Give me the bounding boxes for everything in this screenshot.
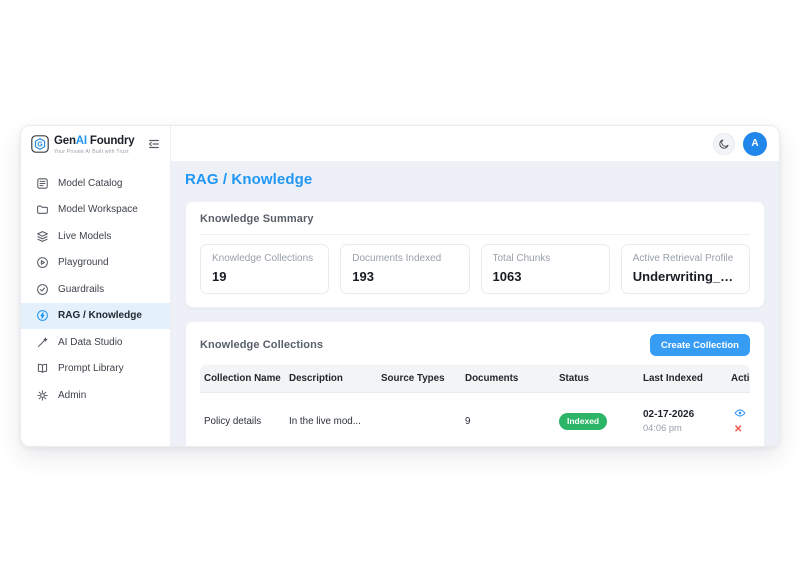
column-header-collection-name: Collection Name bbox=[200, 365, 285, 392]
card-value: Underwriting_RAG_... bbox=[633, 269, 738, 284]
main-area: A RAG / Knowledge Knowledge Summary Know… bbox=[171, 126, 779, 446]
app-window: G GenAI Foundry Your Private AI Built wi… bbox=[20, 125, 780, 447]
user-avatar[interactable]: A bbox=[743, 132, 767, 156]
sidebar-item-label: RAG / Knowledge bbox=[58, 310, 142, 321]
play-circle-icon bbox=[36, 256, 49, 269]
knowledge-collections-panel: Knowledge Collections Create Collection … bbox=[185, 321, 765, 446]
sidebar-item-model-catalog[interactable]: Model Catalog bbox=[21, 170, 170, 197]
sidebar-item-label: Model Workspace bbox=[58, 204, 138, 215]
summary-card-knowledge-collections: Knowledge Collections 19 bbox=[200, 244, 329, 294]
sidebar-item-live-models[interactable]: Live Models bbox=[21, 223, 170, 250]
collections-header: Knowledge Collections Create Collection bbox=[200, 334, 750, 356]
theme-toggle-button[interactable] bbox=[713, 133, 735, 155]
sidebar-item-model-workspace[interactable]: Model Workspace bbox=[21, 197, 170, 224]
last-indexed-date: 02-17-2026 bbox=[643, 409, 727, 420]
wand-icon bbox=[36, 336, 49, 349]
create-collection-button[interactable]: Create Collection bbox=[650, 334, 750, 356]
cell-collection-name: Policy details bbox=[200, 416, 285, 427]
column-header-documents: Documents bbox=[461, 365, 555, 392]
summary-card-active-retrieval-profile: Active Retrieval Profile Underwriting_RA… bbox=[621, 244, 750, 294]
card-label: Active Retrieval Profile bbox=[633, 253, 738, 264]
shield-check-icon bbox=[36, 283, 49, 296]
page-title: RAG / Knowledge bbox=[185, 171, 765, 188]
brand-logo-icon: G bbox=[31, 135, 49, 153]
sidebar-item-label: Guardrails bbox=[58, 284, 104, 295]
cell-description: In the live mod... bbox=[285, 416, 377, 427]
card-value: 1063 bbox=[493, 269, 598, 284]
column-header-source-types: Source Types bbox=[377, 365, 461, 392]
moon-icon bbox=[718, 138, 730, 150]
sidebar-item-guardrails[interactable]: Guardrails bbox=[21, 276, 170, 303]
table-row: Policy details In the live mod... 9 Inde… bbox=[200, 393, 750, 446]
cell-documents: 9 bbox=[461, 416, 555, 427]
sidebar-item-label: Live Models bbox=[58, 231, 111, 242]
sidebar-item-label: Prompt Library bbox=[58, 363, 124, 374]
summary-panel-title: Knowledge Summary bbox=[200, 213, 750, 225]
sidebar-item-playground[interactable]: Playground bbox=[21, 250, 170, 277]
brand-name: GenAI Foundry bbox=[54, 135, 134, 147]
avatar-letter: A bbox=[751, 138, 758, 149]
card-value: 19 bbox=[212, 269, 317, 284]
x-icon: ✕ bbox=[734, 424, 742, 435]
top-bar: A bbox=[171, 126, 779, 161]
sidebar-nav: Model Catalog Model Workspace Live Model… bbox=[21, 170, 170, 409]
content-area: RAG / Knowledge Knowledge Summary Knowle… bbox=[171, 161, 779, 446]
last-indexed-time: 04:06 pm bbox=[643, 423, 727, 433]
collapse-sidebar-icon[interactable] bbox=[147, 137, 161, 151]
sidebar-item-ai-data-studio[interactable]: AI Data Studio bbox=[21, 329, 170, 356]
summary-card-total-chunks: Total Chunks 1063 bbox=[481, 244, 610, 294]
sidebar-item-label: AI Data Studio bbox=[58, 337, 122, 348]
catalog-icon bbox=[36, 177, 49, 190]
eye-icon bbox=[734, 407, 746, 419]
collections-table: Collection Name Description Source Types… bbox=[200, 365, 750, 446]
knowledge-summary-panel: Knowledge Summary Knowledge Collections … bbox=[185, 201, 765, 308]
brand-tagline: Your Private AI Built with Trust bbox=[54, 150, 134, 155]
column-header-last-indexed: Last Indexed bbox=[639, 365, 727, 392]
delete-row-button[interactable]: ✕ bbox=[734, 425, 742, 435]
view-row-button[interactable] bbox=[734, 407, 746, 419]
book-icon bbox=[36, 362, 49, 375]
gear-icon bbox=[36, 389, 49, 402]
sidebar: G GenAI Foundry Your Private AI Built wi… bbox=[21, 126, 171, 446]
cell-last-indexed: 02-17-2026 04:06 pm bbox=[639, 409, 727, 433]
card-label: Total Chunks bbox=[493, 253, 598, 264]
brand-text: GenAI Foundry Your Private AI Built with… bbox=[54, 132, 134, 155]
sidebar-item-prompt-library[interactable]: Prompt Library bbox=[21, 356, 170, 383]
sidebar-item-label: Model Catalog bbox=[58, 178, 122, 189]
summary-divider bbox=[200, 234, 750, 235]
svg-text:G: G bbox=[37, 141, 43, 148]
column-header-description: Description bbox=[285, 365, 377, 392]
summary-card-documents-indexed: Documents Indexed 193 bbox=[340, 244, 469, 294]
card-label: Documents Indexed bbox=[352, 253, 457, 264]
status-badge: Indexed bbox=[559, 413, 607, 430]
zap-circle-icon bbox=[36, 309, 49, 322]
card-label: Knowledge Collections bbox=[212, 253, 317, 264]
summary-cards: Knowledge Collections 19 Documents Index… bbox=[200, 244, 750, 294]
layers-icon bbox=[36, 230, 49, 243]
sidebar-item-admin[interactable]: Admin bbox=[21, 382, 170, 409]
cell-actions: ✕ bbox=[727, 407, 750, 435]
sidebar-item-label: Admin bbox=[58, 390, 86, 401]
brand-header: G GenAI Foundry Your Private AI Built wi… bbox=[21, 126, 170, 161]
sidebar-item-rag-knowledge[interactable]: RAG / Knowledge bbox=[21, 303, 170, 330]
folder-icon bbox=[36, 203, 49, 216]
sidebar-item-label: Playground bbox=[58, 257, 109, 268]
column-header-status: Status bbox=[555, 365, 639, 392]
card-value: 193 bbox=[352, 269, 457, 284]
collections-panel-title: Knowledge Collections bbox=[200, 339, 323, 351]
cell-status: Indexed bbox=[555, 413, 639, 430]
column-header-actions: Acti bbox=[727, 365, 750, 392]
table-header-row: Collection Name Description Source Types… bbox=[200, 365, 750, 393]
